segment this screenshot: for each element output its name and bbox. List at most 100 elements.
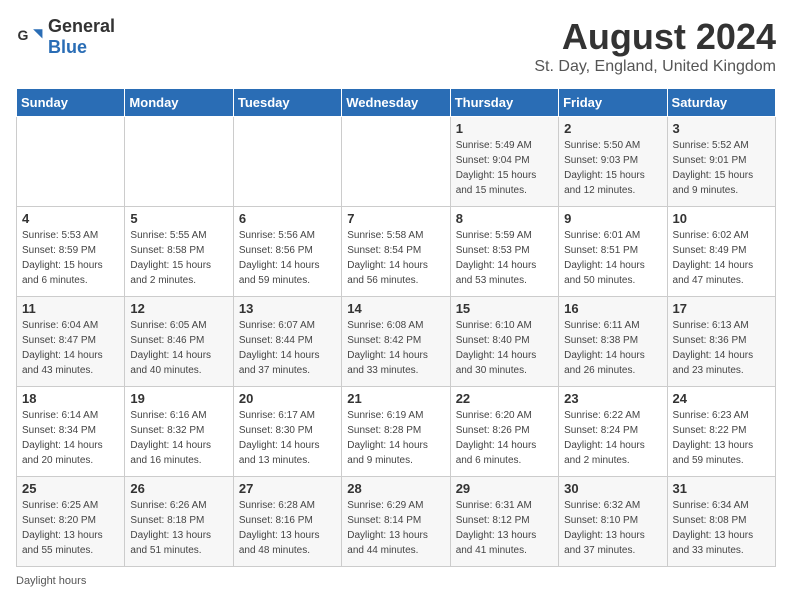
day-info: Sunrise: 6:07 AM Sunset: 8:44 PM Dayligh… xyxy=(239,318,336,378)
main-title: August 2024 xyxy=(534,16,776,58)
day-number: 4 xyxy=(22,211,119,226)
day-number: 23 xyxy=(564,391,661,406)
logo-icon: G xyxy=(16,23,44,51)
calendar-cell: 18 Sunrise: 6:14 AM Sunset: 8:34 PM Dayli… xyxy=(17,387,125,477)
day-info: Sunrise: 5:53 AM Sunset: 8:59 PM Dayligh… xyxy=(22,228,119,288)
logo-text-blue: Blue xyxy=(48,37,87,57)
day-number: 7 xyxy=(347,211,444,226)
footer-note: Daylight hours xyxy=(16,575,776,587)
svg-text:G: G xyxy=(18,27,29,43)
day-number: 3 xyxy=(673,121,770,136)
calendar-cell: 31 Sunrise: 6:34 AM Sunset: 8:08 PM Dayli… xyxy=(667,477,775,567)
day-number: 14 xyxy=(347,301,444,316)
calendar-cell: 22Sunrise: 6:20 AM Sunset: 8:26 PM Dayli… xyxy=(450,387,558,477)
calendar-cell: 5 Sunrise: 5:55 AM Sunset: 8:58 PM Daylig… xyxy=(125,207,233,297)
calendar-cell: 11 Sunrise: 6:04 AM Sunset: 8:47 PM Dayli… xyxy=(17,297,125,387)
day-number: 5 xyxy=(130,211,227,226)
day-number: 9 xyxy=(564,211,661,226)
calendar-cell: 12 Sunrise: 6:05 AM Sunset: 8:46 PM Dayli… xyxy=(125,297,233,387)
day-number: 20 xyxy=(239,391,336,406)
calendar-cell: 14 Sunrise: 6:08 AM Sunset: 8:42 PM Dayli… xyxy=(342,297,450,387)
day-info: Sunrise: 6:02 AM Sunset: 8:49 PM Dayligh… xyxy=(673,228,770,288)
day-info: Sunrise: 6:14 AM Sunset: 8:34 PM Dayligh… xyxy=(22,408,119,468)
day-number: 21 xyxy=(347,391,444,406)
day-info: Sunrise: 6:34 AM Sunset: 8:08 PM Dayligh… xyxy=(673,498,770,558)
day-info: Sunrise: 6:28 AM Sunset: 8:16 PM Dayligh… xyxy=(239,498,336,558)
day-info: Sunrise: 6:22 AM Sunset: 8:24 PM Dayligh… xyxy=(564,408,661,468)
weekday-header: Monday xyxy=(125,89,233,117)
day-number: 8 xyxy=(456,211,553,226)
weekday-header: Sunday xyxy=(17,89,125,117)
header: G General Blue August 2024 St. Day, Engl… xyxy=(16,16,776,76)
day-number: 13 xyxy=(239,301,336,316)
calendar-cell: 16 Sunrise: 6:11 AM Sunset: 8:38 PM Dayli… xyxy=(559,297,667,387)
day-number: 15 xyxy=(456,301,553,316)
calendar-cell: 27Sunrise: 6:28 AM Sunset: 8:16 PM Dayli… xyxy=(233,477,341,567)
weekday-header: Tuesday xyxy=(233,89,341,117)
calendar-cell: 19Sunrise: 6:16 AM Sunset: 8:32 PM Dayli… xyxy=(125,387,233,477)
logo-text-general: General xyxy=(48,16,115,36)
day-number: 10 xyxy=(673,211,770,226)
calendar-table: SundayMondayTuesdayWednesdayThursdayFrid… xyxy=(16,88,776,567)
day-number: 24 xyxy=(673,391,770,406)
calendar-cell: 6Sunrise: 5:56 AM Sunset: 8:56 PM Daylig… xyxy=(233,207,341,297)
calendar-cell xyxy=(125,117,233,207)
day-info: Sunrise: 6:01 AM Sunset: 8:51 PM Dayligh… xyxy=(564,228,661,288)
day-info: Sunrise: 6:32 AM Sunset: 8:10 PM Dayligh… xyxy=(564,498,661,558)
calendar-cell: 30 Sunrise: 6:32 AM Sunset: 8:10 PM Dayli… xyxy=(559,477,667,567)
day-info: Sunrise: 5:50 AM Sunset: 9:03 PM Dayligh… xyxy=(564,138,661,198)
day-info: Sunrise: 6:11 AM Sunset: 8:38 PM Dayligh… xyxy=(564,318,661,378)
calendar-cell: 23 Sunrise: 6:22 AM Sunset: 8:24 PM Dayli… xyxy=(559,387,667,477)
weekday-header: Saturday xyxy=(667,89,775,117)
day-info: Sunrise: 6:23 AM Sunset: 8:22 PM Dayligh… xyxy=(673,408,770,468)
day-info: Sunrise: 5:49 AM Sunset: 9:04 PM Dayligh… xyxy=(456,138,553,198)
day-info: Sunrise: 6:20 AM Sunset: 8:26 PM Dayligh… xyxy=(456,408,553,468)
calendar-cell: 2 Sunrise: 5:50 AM Sunset: 9:03 PM Daylig… xyxy=(559,117,667,207)
day-info: Sunrise: 6:17 AM Sunset: 8:30 PM Dayligh… xyxy=(239,408,336,468)
day-info: Sunrise: 5:55 AM Sunset: 8:58 PM Dayligh… xyxy=(130,228,227,288)
day-number: 25 xyxy=(22,481,119,496)
calendar-cell: 1 Sunrise: 5:49 AM Sunset: 9:04 PM Daylig… xyxy=(450,117,558,207)
day-info: Sunrise: 6:25 AM Sunset: 8:20 PM Dayligh… xyxy=(22,498,119,558)
calendar-cell: 10 Sunrise: 6:02 AM Sunset: 8:49 PM Dayli… xyxy=(667,207,775,297)
calendar-cell: 24 Sunrise: 6:23 AM Sunset: 8:22 PM Dayli… xyxy=(667,387,775,477)
day-number: 28 xyxy=(347,481,444,496)
day-number: 31 xyxy=(673,481,770,496)
day-number: 6 xyxy=(239,211,336,226)
weekday-header: Thursday xyxy=(450,89,558,117)
calendar-cell: 17Sunrise: 6:13 AM Sunset: 8:36 PM Dayli… xyxy=(667,297,775,387)
day-info: Sunrise: 6:04 AM Sunset: 8:47 PM Dayligh… xyxy=(22,318,119,378)
calendar-cell: 7Sunrise: 5:58 AM Sunset: 8:54 PM Daylig… xyxy=(342,207,450,297)
day-info: Sunrise: 5:52 AM Sunset: 9:01 PM Dayligh… xyxy=(673,138,770,198)
calendar-cell: 26Sunrise: 6:26 AM Sunset: 8:18 PM Dayli… xyxy=(125,477,233,567)
day-info: Sunrise: 6:31 AM Sunset: 8:12 PM Dayligh… xyxy=(456,498,553,558)
subtitle: St. Day, England, United Kingdom xyxy=(534,58,776,76)
day-number: 11 xyxy=(22,301,119,316)
calendar-cell: 29 Sunrise: 6:31 AM Sunset: 8:12 PM Dayli… xyxy=(450,477,558,567)
day-info: Sunrise: 6:10 AM Sunset: 8:40 PM Dayligh… xyxy=(456,318,553,378)
day-info: Sunrise: 6:19 AM Sunset: 8:28 PM Dayligh… xyxy=(347,408,444,468)
day-number: 18 xyxy=(22,391,119,406)
title-area: August 2024 St. Day, England, United Kin… xyxy=(534,16,776,76)
day-number: 29 xyxy=(456,481,553,496)
day-info: Sunrise: 6:08 AM Sunset: 8:42 PM Dayligh… xyxy=(347,318,444,378)
calendar-cell xyxy=(17,117,125,207)
calendar-cell: 25 Sunrise: 6:25 AM Sunset: 8:20 PM Dayli… xyxy=(17,477,125,567)
calendar-cell: 3 Sunrise: 5:52 AM Sunset: 9:01 PM Daylig… xyxy=(667,117,775,207)
daylight-label: Daylight hours xyxy=(16,575,86,587)
weekday-header: Friday xyxy=(559,89,667,117)
day-info: Sunrise: 6:29 AM Sunset: 8:14 PM Dayligh… xyxy=(347,498,444,558)
day-number: 2 xyxy=(564,121,661,136)
day-number: 30 xyxy=(564,481,661,496)
calendar-cell: 15 Sunrise: 6:10 AM Sunset: 8:40 PM Dayli… xyxy=(450,297,558,387)
day-info: Sunrise: 6:13 AM Sunset: 8:36 PM Dayligh… xyxy=(673,318,770,378)
day-info: Sunrise: 6:05 AM Sunset: 8:46 PM Dayligh… xyxy=(130,318,227,378)
calendar-cell xyxy=(233,117,341,207)
day-number: 19 xyxy=(130,391,227,406)
logo: G General Blue xyxy=(16,16,115,58)
weekday-header: Wednesday xyxy=(342,89,450,117)
calendar-cell: 28 Sunrise: 6:29 AM Sunset: 8:14 PM Dayli… xyxy=(342,477,450,567)
day-number: 1 xyxy=(456,121,553,136)
day-number: 16 xyxy=(564,301,661,316)
day-number: 12 xyxy=(130,301,227,316)
